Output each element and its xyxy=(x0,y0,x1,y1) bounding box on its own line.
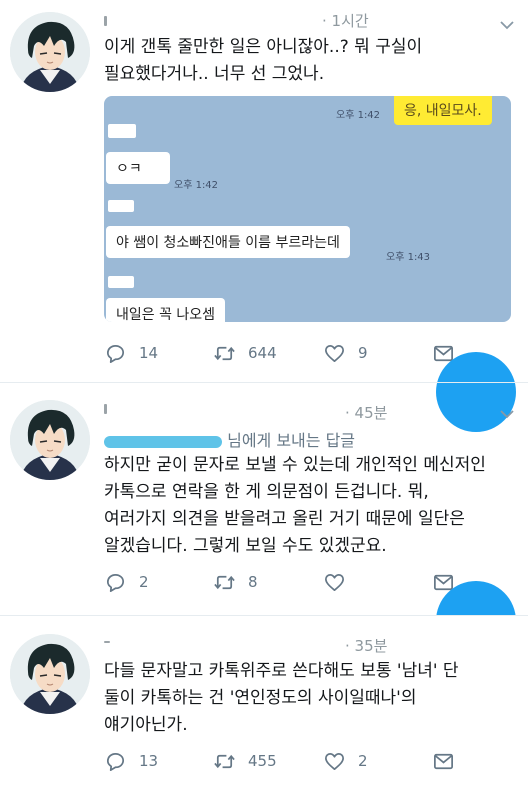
tweet-text: 이게 갠톡 줄만한 일은 아니잖아..? 뭐 구실이 필요했다거나.. 너무 선… xyxy=(104,34,519,88)
reply-icon xyxy=(104,342,127,365)
retweet-icon xyxy=(213,342,236,365)
reply-to-line[interactable]: 님에게 보내는 답글 xyxy=(104,427,355,451)
timestamp[interactable]: · 45분 xyxy=(345,402,387,423)
tweet-text: 하지만 굳이 문자로 보낼 수 있는데 개인적인 메신저인 카톡으로 연락을 한… xyxy=(104,452,519,560)
retweet-button[interactable]: 455 xyxy=(213,746,277,776)
heart-icon xyxy=(323,750,346,773)
tweet-text-line: 알겠습니다. 그렇게 보일 수도 있겠군요. xyxy=(104,536,387,556)
reply-button[interactable]: 2 xyxy=(104,567,149,597)
direct-message-button[interactable] xyxy=(432,746,467,776)
timestamp-text: 45분 xyxy=(354,404,388,422)
reply-count: 14 xyxy=(139,344,159,362)
chat-bubble: 내일은 꼭 나오셈 xyxy=(106,298,226,322)
tweet-text-line: 둘이 카톡하는 건 '연인정도의 사이일때나'의 xyxy=(104,688,417,708)
retweet-icon xyxy=(213,571,236,594)
like-button[interactable]: 9 xyxy=(323,338,368,368)
chat-bubble: ㅇㅋ xyxy=(106,152,170,184)
redacted-username xyxy=(104,15,107,26)
attached-chat-image[interactable]: 오후 1:42 응, 내일모사. ㅇㅋ 오후 1:42 야 쌤이 청소빠진애들 … xyxy=(104,96,511,322)
timestamp[interactable]: · 1시간 xyxy=(322,10,369,31)
tweet-actions: 13 455 2 xyxy=(104,746,519,776)
reply-icon xyxy=(104,750,127,773)
retweet-count: 644 xyxy=(248,344,277,362)
tweet-text-line: 이게 갠톡 줄만한 일은 아니잖아..? 뭐 구실이 xyxy=(104,37,423,57)
tweet-2[interactable]: · 45분 님에게 보내는 답글 하지만 굳이 문자로 보낼 수 있는데 개인적… xyxy=(0,383,528,661)
reply-count: 2 xyxy=(139,573,149,591)
redacted-handle xyxy=(104,435,222,448)
chevron-down-icon xyxy=(496,16,518,34)
tweet-text-line: 필요했다거나.. 너무 선 그었나. xyxy=(104,64,325,84)
avatar[interactable] xyxy=(10,12,90,92)
chevron-down-icon xyxy=(496,405,518,423)
avatar[interactable] xyxy=(10,400,90,480)
chat-timestamp: 오후 1:43 xyxy=(386,252,431,263)
tweet-header xyxy=(104,399,107,419)
like-button[interactable]: 2 xyxy=(323,746,368,776)
tweet-text-line: 카톡으로 연락을 한 게 의문점이 든겁니다. 뭐, xyxy=(104,482,429,502)
heart-icon xyxy=(323,342,346,365)
timestamp-text: 1시간 xyxy=(331,12,369,30)
tweet-1[interactable]: · 1시간 이게 갠톡 줄만한 일은 아니잖아..? 뭐 구실이 필요했다거나.… xyxy=(0,0,528,432)
redacted-username xyxy=(104,403,107,414)
chat-bubble: 야 쌤이 청소빠진애들 이름 부르라는데 xyxy=(106,226,350,258)
envelope-icon xyxy=(432,750,455,773)
tweet-text-line: 하지만 굳이 문자로 보낼 수 있는데 개인적인 메신저인 xyxy=(104,455,486,475)
like-count: 2 xyxy=(358,752,368,770)
timestamp-text: 35분 xyxy=(354,637,388,655)
retweet-button[interactable]: 8 xyxy=(213,567,258,597)
chat-timestamp: 오후 1:42 xyxy=(174,180,219,191)
redacted-sender xyxy=(108,276,134,288)
retweet-count: 455 xyxy=(248,752,277,770)
tweet-3[interactable]: · 35분 다들 문자말고 카톡위주로 쓴다해도 보통 '남녀' 단 둘이 카톡… xyxy=(0,616,528,793)
tweet-text-line: 얘기아닌가. xyxy=(104,715,188,735)
retweet-icon xyxy=(213,750,236,773)
tweet-text-line: 여러가지 의견을 받을려고 올린 거기 때문에 일단은 xyxy=(104,509,465,529)
tweet-text-line: 다들 문자말고 카톡위주로 쓴다해도 보통 '남녀' 단 xyxy=(104,661,459,681)
retweet-count: 8 xyxy=(248,573,258,591)
timestamp[interactable]: · 35분 xyxy=(345,635,387,656)
tweet-header xyxy=(104,632,110,652)
tweet-text: 다들 문자말고 카톡위주로 쓴다해도 보통 '남녀' 단 둘이 카톡하는 건 '… xyxy=(104,658,519,739)
chat-sent-bubble: 응, 내일모사. xyxy=(394,96,492,125)
avatar[interactable] xyxy=(10,634,90,714)
reply-to-label: 님에게 보내는 답글 xyxy=(227,431,356,450)
reply-button[interactable]: 14 xyxy=(104,338,158,368)
more-options-button[interactable] xyxy=(496,16,518,34)
redacted-sender xyxy=(108,124,136,138)
heart-icon xyxy=(323,571,346,594)
like-count: 9 xyxy=(358,344,368,362)
reply-icon xyxy=(104,571,127,594)
redacted-sender xyxy=(108,200,134,212)
chat-timestamp: 오후 1:42 xyxy=(336,110,381,121)
tweet-header xyxy=(104,11,107,31)
redacted-username xyxy=(104,640,110,643)
more-options-button[interactable] xyxy=(496,405,518,423)
retweet-button[interactable]: 644 xyxy=(213,338,277,368)
reply-count: 13 xyxy=(139,752,159,770)
like-button[interactable] xyxy=(323,567,358,597)
reply-button[interactable]: 13 xyxy=(104,746,158,776)
